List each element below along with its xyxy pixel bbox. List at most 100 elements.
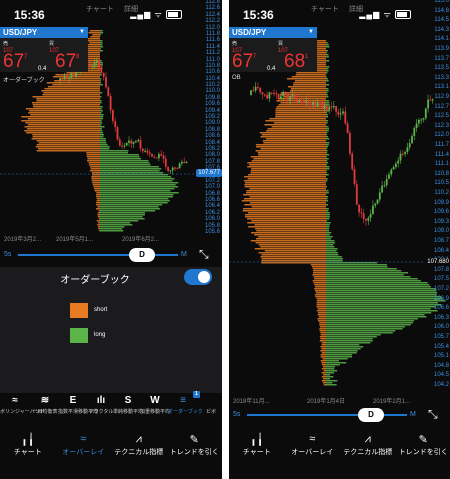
orderbook-long-bar bbox=[326, 214, 330, 216]
clock: 15:36 bbox=[14, 8, 45, 22]
quote-panel[interactable]: USD/JPY ▼ 売 買 107 107 67 7 67 8 0.4 bbox=[0, 27, 88, 72]
collapse-icon[interactable]: ⤡ bbox=[428, 407, 438, 422]
candle-body bbox=[109, 95, 112, 111]
nav-item-pencil[interactable]: ✎ トレンドを引く bbox=[396, 433, 450, 457]
candle-icon: ╻╽ bbox=[250, 434, 264, 446]
indicator-sma[interactable]: S 単純移動平均 bbox=[113, 395, 143, 415]
orderbook-long-bar bbox=[326, 354, 353, 356]
tab-detail[interactable]: 詳細 bbox=[124, 4, 138, 14]
candle-body bbox=[132, 141, 135, 144]
orderbook-short-bar bbox=[251, 206, 326, 208]
candle-body bbox=[323, 105, 326, 109]
tab-chart[interactable]: チャート bbox=[311, 4, 339, 14]
price-tick-label: 113.1 bbox=[434, 84, 449, 91]
orderbook-long-bar bbox=[326, 238, 331, 240]
sell-price-main[interactable]: 67 bbox=[232, 52, 253, 71]
orderbook-long-bar bbox=[100, 96, 102, 98]
orderbook-short-bar bbox=[315, 296, 326, 298]
orderbook-short-bar bbox=[21, 120, 100, 122]
nav-item-overlay[interactable]: ≈ オーバーレイ bbox=[285, 433, 341, 457]
orderbook-short-bar bbox=[32, 136, 101, 138]
candle-body bbox=[144, 150, 146, 152]
orderbook-short-bar bbox=[316, 306, 326, 308]
orderbook-short-bar bbox=[271, 126, 326, 128]
orderbook-long-bar bbox=[326, 180, 328, 182]
orderbook-long-bar bbox=[326, 312, 432, 314]
indicator-wma[interactable]: W 加重移動平均 bbox=[140, 395, 170, 415]
candle-body bbox=[176, 167, 179, 169]
collapse-icon[interactable]: ⤡ bbox=[199, 247, 209, 262]
indicator-orderbook[interactable]: ≡ 1 オーダーブック bbox=[168, 391, 203, 415]
sell-price-main[interactable]: 67 bbox=[3, 52, 24, 71]
timeframe-slider-knob[interactable]: D bbox=[129, 248, 155, 262]
buy-price-main[interactable]: 67 bbox=[55, 52, 76, 71]
nav-item-overlay[interactable]: ≈ オーバーレイ bbox=[56, 433, 112, 457]
candle-body bbox=[390, 169, 393, 175]
nav-item-candle[interactable]: ╻╽ チャート bbox=[229, 433, 285, 457]
price-tick-label: 109.4 bbox=[204, 107, 220, 114]
orderbook-long-bar bbox=[326, 362, 347, 364]
orderbook-short-bar bbox=[296, 72, 326, 74]
indicator-ema[interactable]: E 指数平滑移動平均 bbox=[58, 395, 98, 415]
orderbook-short-bar bbox=[38, 142, 100, 144]
tab-detail[interactable]: 詳細 bbox=[349, 4, 363, 14]
orderbook-short-bar bbox=[36, 144, 100, 146]
orderbook-long-bar bbox=[100, 176, 172, 178]
price-tick-label: 114.3 bbox=[434, 26, 449, 33]
orderbook-short-bar bbox=[257, 152, 326, 154]
clock: 15:36 bbox=[243, 8, 274, 22]
quote-panel[interactable]: USD/JPY ▼ 売 買 107 107 67 7 68 1 0.4 bbox=[229, 27, 317, 72]
orderbook-long-bar bbox=[100, 164, 151, 166]
tab-chart[interactable]: チャート bbox=[86, 4, 114, 14]
price-tick-label: 111.6 bbox=[205, 37, 220, 44]
current-price-tag: 107.680 bbox=[425, 258, 450, 266]
orderbook-short-bar bbox=[97, 206, 100, 208]
date-label: 2019年6月2... bbox=[122, 237, 160, 243]
buy-label: 買 bbox=[278, 41, 284, 47]
technical-icon: ⩘ bbox=[135, 433, 142, 445]
orderbook-short-bar bbox=[247, 166, 326, 168]
nav-item-label: トレンドを引く bbox=[398, 449, 448, 456]
orderbook-long-bar bbox=[326, 208, 329, 210]
orderbook-long-bar bbox=[326, 254, 339, 256]
orderbook-long-bar bbox=[326, 258, 343, 260]
indicator-strip[interactable]: ≈ ボリンジャーバンド ≋ 一目均衡表 E 指数平滑移動平均 ılı フラクタル S 単純移動平均… bbox=[0, 391, 222, 423]
price-tick-label: 105.7 bbox=[433, 334, 449, 340]
currency-pair-selector[interactable]: USD/JPY ▼ bbox=[229, 27, 317, 38]
orderbook-long-bar bbox=[100, 200, 170, 202]
orderbook-long-bar bbox=[100, 116, 104, 118]
indicator-ichimoku[interactable]: ≋ 一目均衡表 bbox=[30, 395, 60, 415]
timeframe-slider-knob[interactable]: D bbox=[358, 408, 384, 422]
candle-body bbox=[128, 140, 130, 143]
nav-item-label: オーバーレイ bbox=[62, 449, 105, 456]
price-tick-label: 105.4 bbox=[433, 343, 449, 350]
nav-item-candle[interactable]: ╻╽ チャート bbox=[0, 433, 56, 457]
orderbook-long-bar bbox=[326, 286, 431, 288]
nav-item-technical[interactable]: ⩘ テクニカル指標 bbox=[111, 433, 167, 457]
orderbook-long-bar bbox=[326, 256, 342, 258]
nav-item-pencil[interactable]: ✎ トレンドを引く bbox=[167, 433, 223, 457]
orderbook-short-bar bbox=[97, 224, 100, 226]
indicator-fractal[interactable]: ılı フラクタル bbox=[86, 395, 116, 415]
orderbook-short-bar bbox=[96, 204, 100, 206]
timeframe-bar: 5s D M ⤡ bbox=[0, 245, 222, 265]
orderbook-long-bar bbox=[100, 194, 174, 196]
candle-body bbox=[125, 142, 128, 146]
candle-body bbox=[300, 100, 303, 102]
orderbook-long-bar bbox=[326, 72, 328, 74]
orderbook-long-bar bbox=[326, 80, 329, 82]
orderbook-short-bar bbox=[32, 104, 100, 106]
buy-price-main[interactable]: 68 bbox=[284, 52, 305, 71]
orderbook-short-bar bbox=[24, 126, 100, 128]
indicator-bollinger[interactable]: ≈ ボリンジャーバンド bbox=[0, 395, 45, 415]
orderbook-toggle[interactable] bbox=[184, 269, 212, 285]
orderbook-short-bar bbox=[317, 308, 326, 310]
indicator-pivot[interactable]: ピボ bbox=[196, 395, 222, 415]
candle-body bbox=[130, 140, 133, 144]
nav-item-technical[interactable]: ⩘ テクニカル指標 bbox=[340, 433, 396, 457]
candle-body bbox=[316, 102, 319, 107]
nav-item-label: テクニカル指標 bbox=[343, 449, 393, 456]
currency-pair-selector[interactable]: USD/JPY ▼ bbox=[0, 27, 88, 38]
orderbook-short-bar bbox=[98, 222, 100, 224]
orderbook-long-bar bbox=[100, 136, 104, 138]
